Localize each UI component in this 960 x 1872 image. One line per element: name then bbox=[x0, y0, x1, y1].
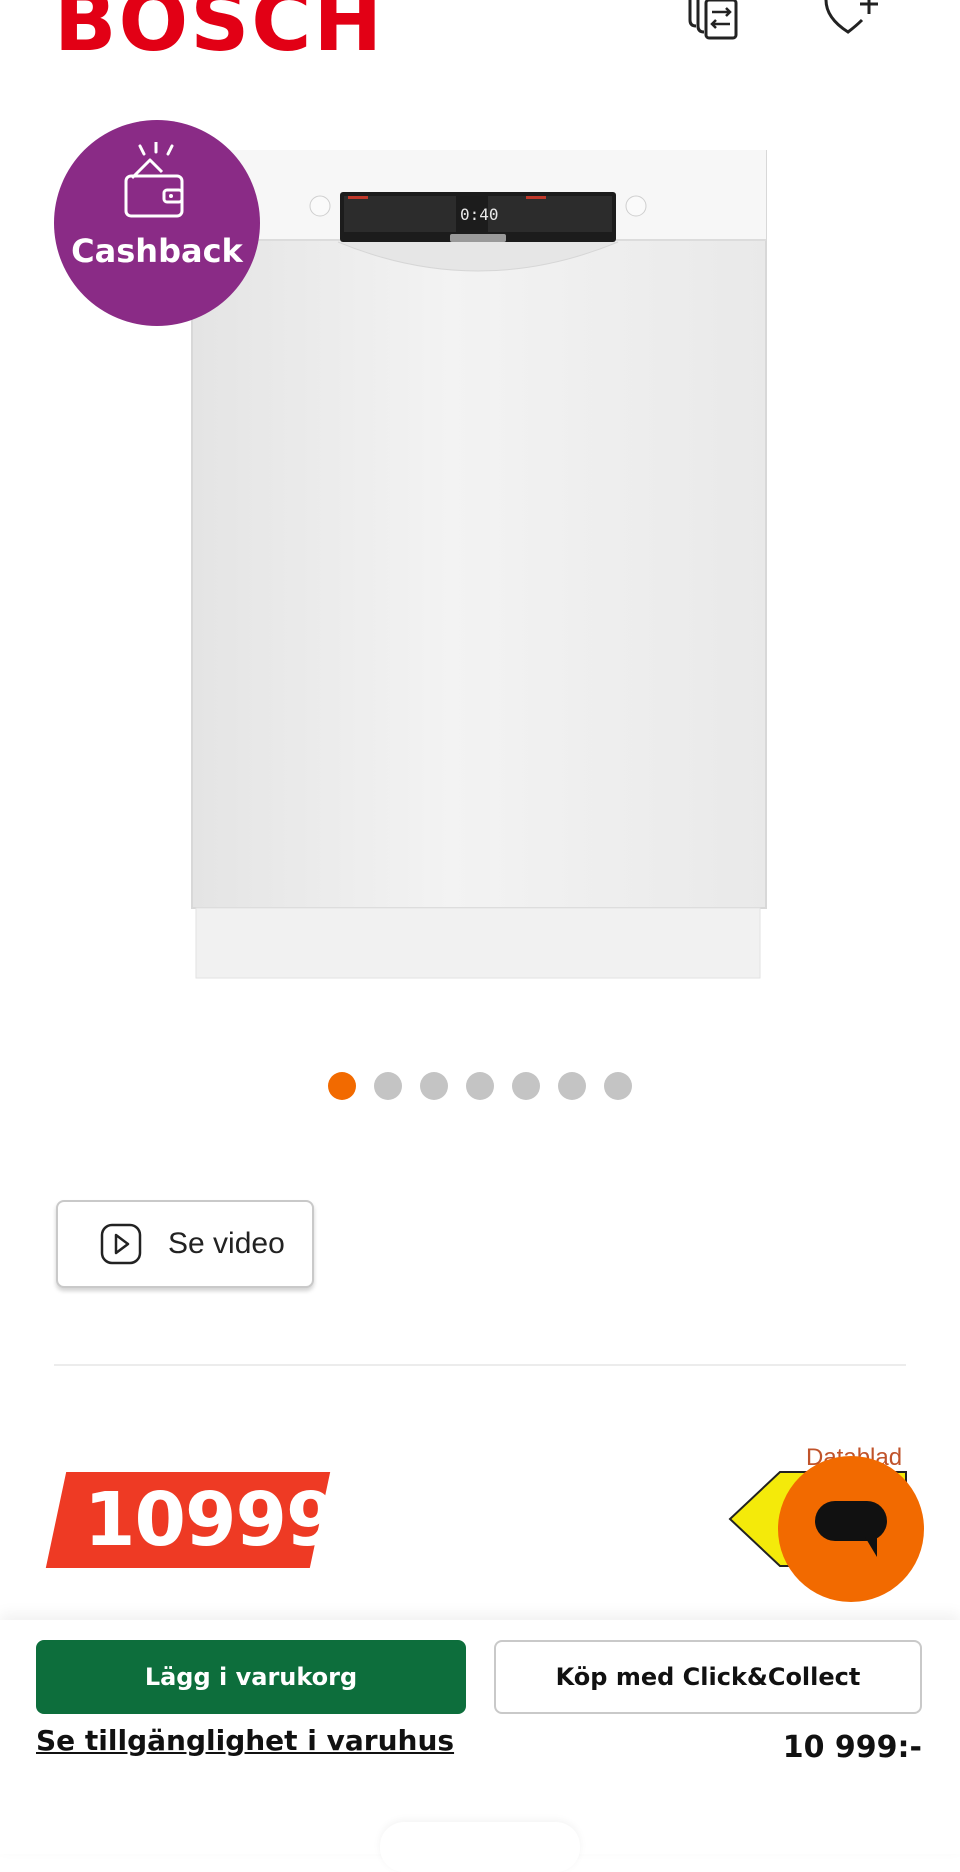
section-divider bbox=[54, 1364, 906, 1366]
compare-icon[interactable] bbox=[686, 0, 750, 44]
add-to-cart-button[interactable]: Lägg i varukorg bbox=[36, 1640, 466, 1714]
cashback-label: Cashback bbox=[71, 232, 243, 270]
chat-button[interactable] bbox=[778, 1456, 924, 1602]
home-indicator bbox=[380, 1822, 580, 1872]
gallery-dot-4[interactable] bbox=[466, 1072, 494, 1100]
gallery-dot-7[interactable] bbox=[604, 1072, 632, 1100]
svg-text:0:40: 0:40 bbox=[460, 205, 499, 224]
gallery-dot-2[interactable] bbox=[374, 1072, 402, 1100]
click-collect-button[interactable]: Köp med Click&Collect bbox=[494, 1640, 922, 1714]
brand-logo[interactable]: BOSCH bbox=[54, 0, 384, 64]
gallery-pagination bbox=[328, 1072, 632, 1100]
see-video-label: Se video bbox=[168, 1227, 285, 1260]
gallery-dot-1[interactable] bbox=[328, 1072, 356, 1100]
chat-icon bbox=[815, 1501, 887, 1557]
store-availability-link[interactable]: Se tillgänglighet i varuhus bbox=[36, 1724, 454, 1757]
gallery-dot-3[interactable] bbox=[420, 1072, 448, 1100]
gallery-dot-5[interactable] bbox=[512, 1072, 540, 1100]
play-icon bbox=[100, 1223, 142, 1265]
price-value: 10999 bbox=[84, 1477, 337, 1563]
product-image[interactable]: 0:40 bbox=[188, 150, 768, 980]
wishlist-add-icon[interactable] bbox=[822, 0, 882, 40]
see-video-button[interactable]: Se video bbox=[56, 1200, 314, 1288]
cashback-badge: Cashback bbox=[54, 120, 260, 326]
wallet-icon bbox=[124, 142, 184, 218]
bottom-price: 10 999:- bbox=[782, 1730, 922, 1765]
gallery-dot-6[interactable] bbox=[558, 1072, 586, 1100]
